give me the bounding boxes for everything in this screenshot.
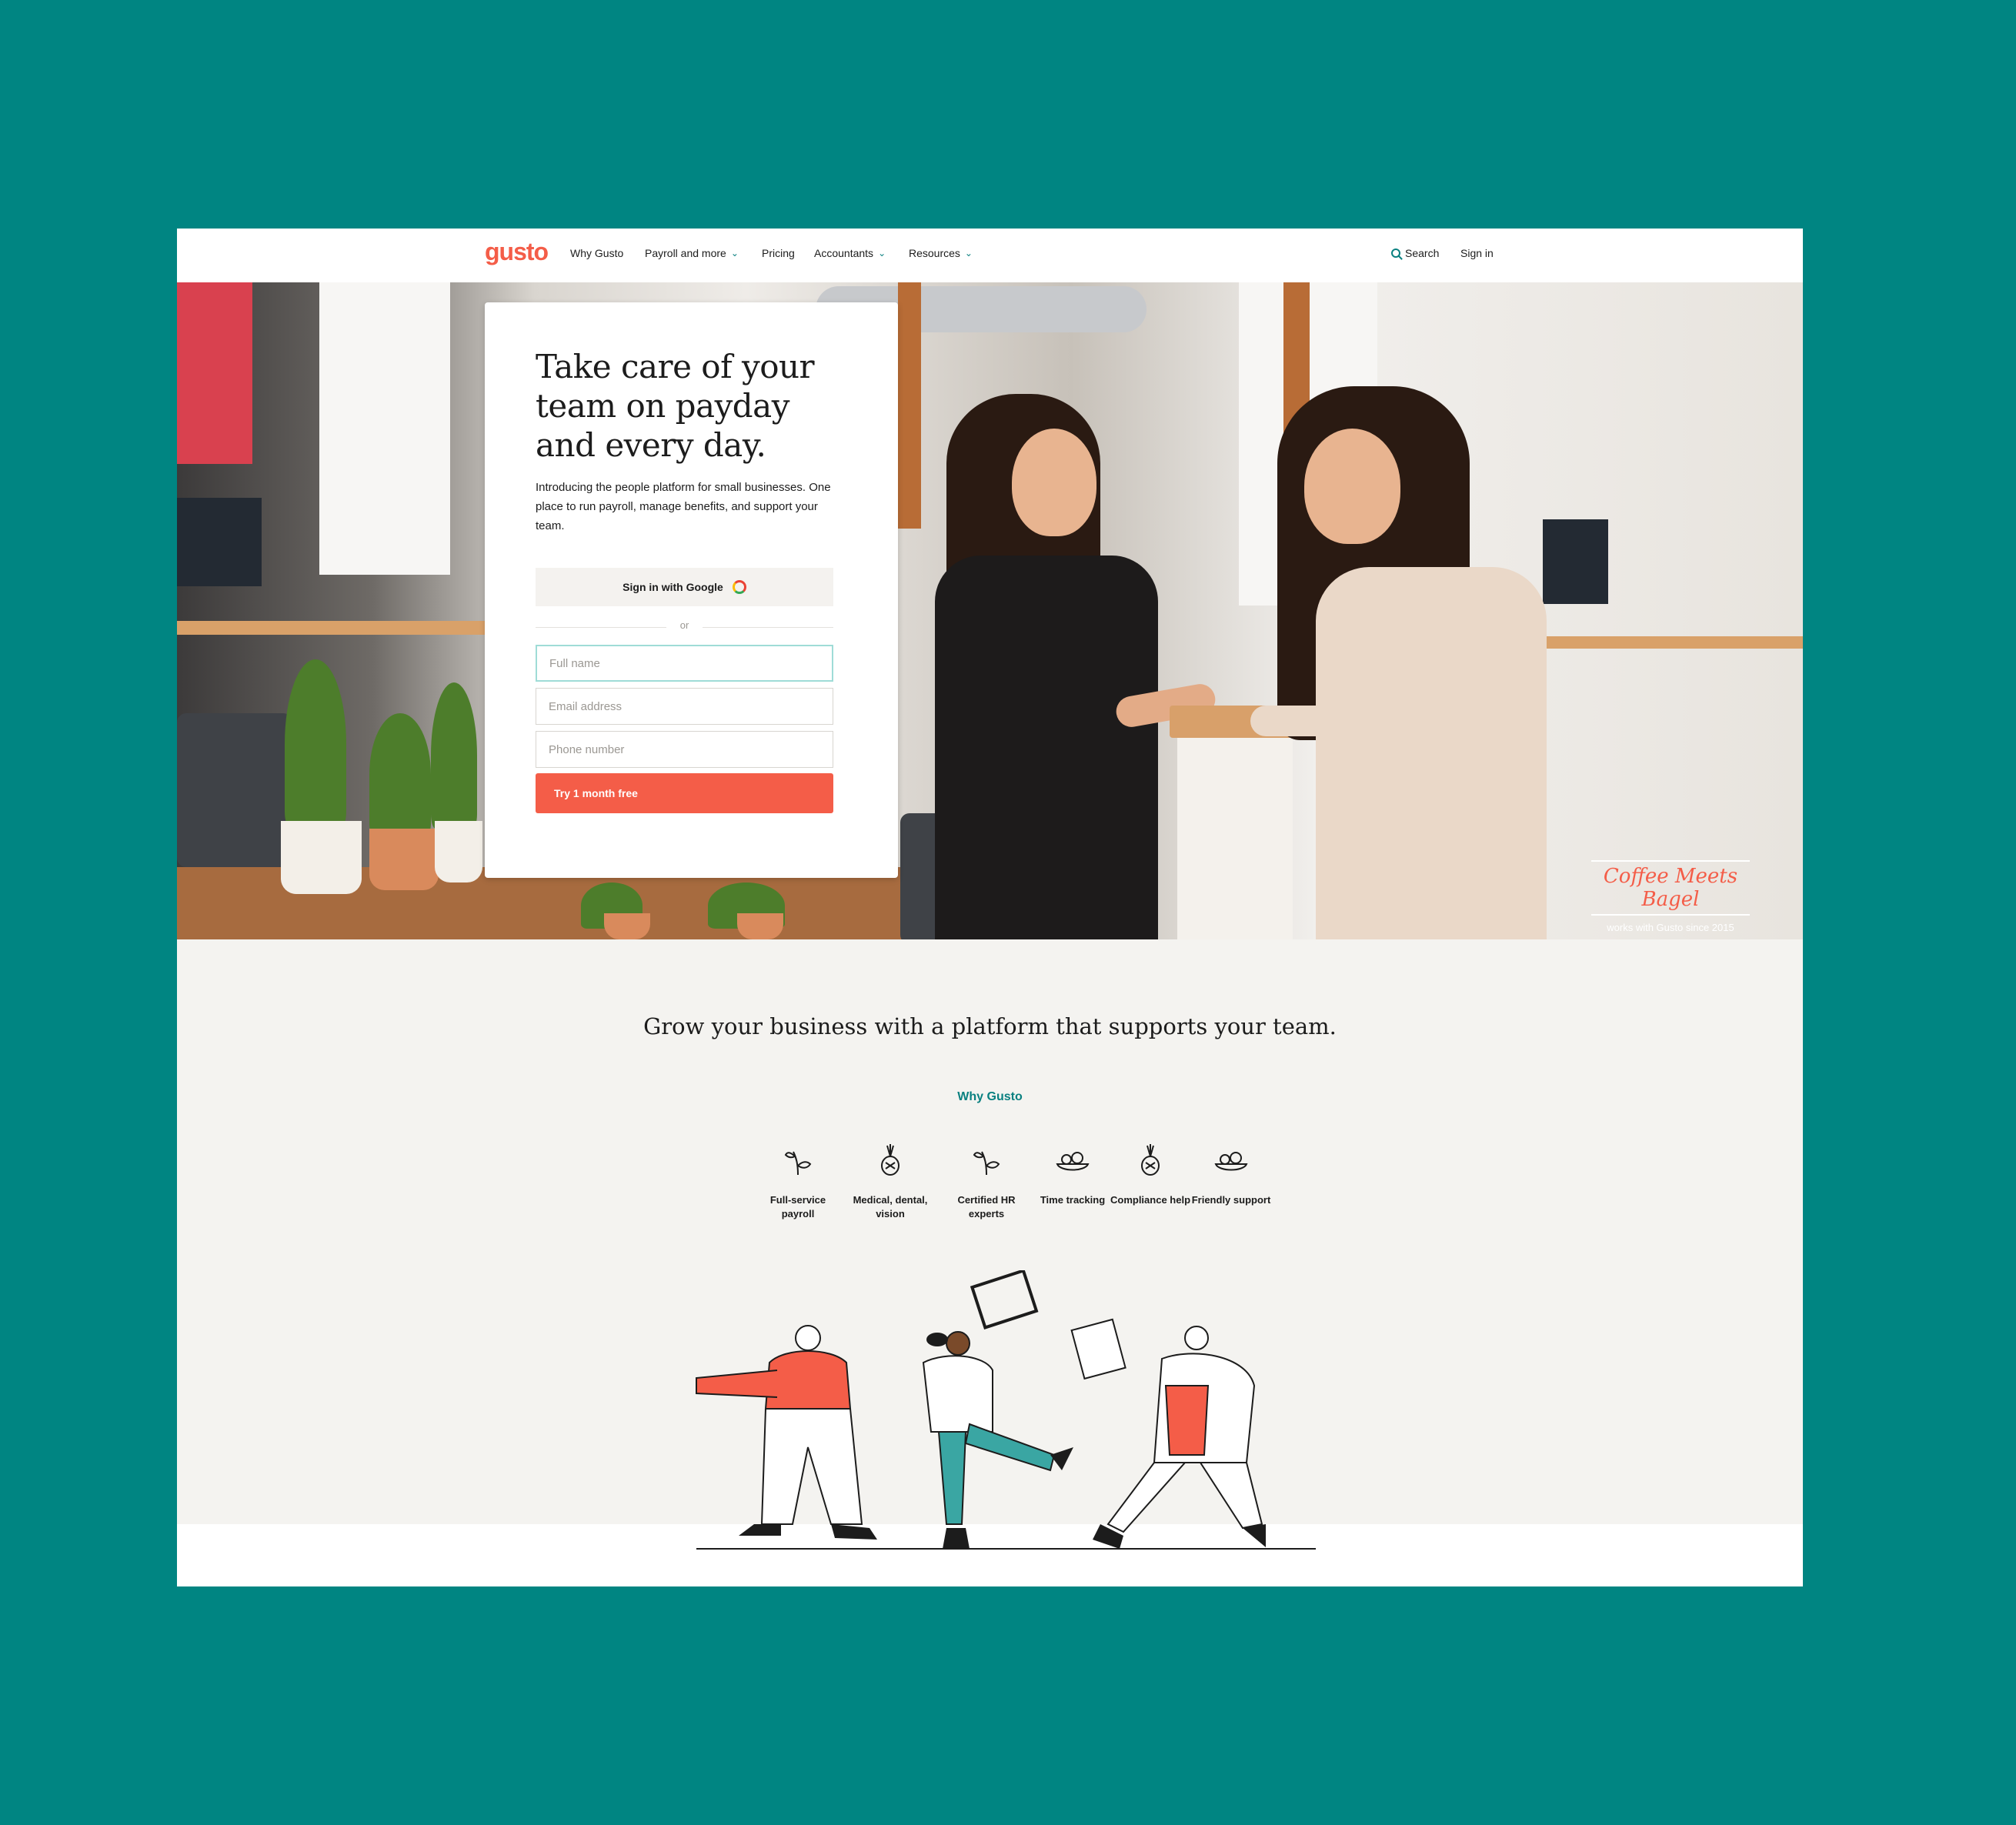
- stair-post: [1177, 719, 1293, 939]
- salad-bowl-icon: [1214, 1152, 1248, 1171]
- nav-why-gusto-label: Why Gusto: [570, 247, 624, 259]
- email-input[interactable]: [536, 688, 833, 725]
- feature-payroll: Full-service payroll: [756, 1141, 840, 1221]
- why-gusto-link[interactable]: Why Gusto: [177, 1090, 1803, 1104]
- nav-resources[interactable]: Resources ⌄: [909, 247, 973, 259]
- chevron-down-icon: ⌄: [878, 248, 886, 259]
- sprout-icon: [973, 1151, 1000, 1176]
- google-icon: [732, 580, 746, 594]
- feature-medical: Medical, dental, vision: [848, 1141, 933, 1221]
- signup-card: Take care of your team on payday and eve…: [485, 302, 898, 878]
- customer-badge: Coffee Meets Bagel works with Gusto sinc…: [1591, 860, 1750, 933]
- feature-label: Friendly support: [1191, 1194, 1271, 1206]
- pineapple-icon: [881, 1144, 900, 1176]
- top-nav: gusto Why Gusto Payroll and more ⌄ Pricin…: [177, 229, 1803, 282]
- divider-line: [703, 627, 833, 628]
- search-label: Search: [1405, 247, 1440, 259]
- hero-photo: Coffee Meets Bagel works with Gusto sinc…: [177, 282, 1803, 939]
- plant-pot: [435, 821, 482, 882]
- feature-label: Time tracking: [1040, 1194, 1106, 1206]
- pineapple-icon: [1141, 1144, 1160, 1176]
- badge-title: Coffee Meets Bagel: [1591, 860, 1750, 916]
- team-illustration: [696, 1270, 1316, 1550]
- feature-label: Certified HR experts: [957, 1194, 1016, 1219]
- feature-hr: Certified HR experts: [944, 1141, 1029, 1221]
- plant: [431, 682, 477, 829]
- nav-resources-label: Resources: [909, 247, 960, 259]
- feature-support: Friendly support: [1189, 1141, 1273, 1207]
- plant: [369, 713, 431, 836]
- feature-label: Full-service payroll: [769, 1194, 826, 1219]
- feature-compliance: Compliance help: [1108, 1141, 1193, 1207]
- nav-payroll-and-more[interactable]: Payroll and more ⌄: [645, 247, 739, 259]
- monitor: [1543, 519, 1608, 604]
- google-button-label: Sign in with Google: [622, 581, 723, 593]
- feature-label: Compliance help: [1110, 1194, 1191, 1206]
- nav-accountants-label: Accountants: [814, 247, 874, 259]
- search-icon: [1391, 249, 1400, 258]
- google-sign-in-button[interactable]: Sign in with Google: [536, 568, 833, 606]
- badge-subtitle: works with Gusto since 2015: [1607, 922, 1734, 933]
- wood-beam: [898, 282, 921, 529]
- sprout-icon: [784, 1151, 812, 1176]
- nav-pricing[interactable]: Pricing: [762, 247, 795, 259]
- sofa: [177, 713, 292, 867]
- salad-bowl-icon: [1056, 1152, 1090, 1171]
- person-face: [1012, 429, 1096, 536]
- nav-accountants[interactable]: Accountants ⌄: [814, 247, 886, 259]
- person-arm: [1250, 706, 1358, 736]
- plant-pot: [369, 829, 439, 890]
- chevron-down-icon: ⌄: [964, 248, 973, 259]
- plant-pot: [604, 913, 650, 939]
- monitor: [177, 498, 262, 586]
- hero-intro: Introducing the people platform for smal…: [536, 481, 831, 532]
- illustration-person-1: [696, 1325, 877, 1540]
- illustration-person-3: [1070, 1318, 1266, 1549]
- nav-pricing-label: Pricing: [762, 247, 795, 259]
- hero-heading: Take care of your team on payday and eve…: [536, 348, 815, 464]
- plant: [285, 659, 346, 829]
- feature-list: Full-service payroll Medical, dental, vi…: [756, 1141, 1270, 1226]
- search-button[interactable]: Search: [1391, 247, 1439, 259]
- plant-pot: [281, 821, 362, 894]
- person-cardigan: [1316, 567, 1547, 939]
- phone-input[interactable]: [536, 731, 833, 768]
- plant-pot: [737, 913, 783, 939]
- red-poster: [177, 282, 252, 464]
- person-dress: [935, 556, 1158, 939]
- gusto-logo[interactable]: gusto: [485, 238, 549, 266]
- section-heading: Grow your business with a platform that …: [643, 1013, 1337, 1039]
- nav-payroll-label: Payroll and more: [645, 247, 726, 259]
- sign-in-label: Sign in: [1460, 247, 1494, 259]
- person-face: [1304, 429, 1400, 544]
- try-free-button[interactable]: Try 1 month free: [536, 773, 833, 813]
- chevron-down-icon: ⌄: [730, 248, 739, 259]
- sign-in-link[interactable]: Sign in: [1460, 247, 1494, 259]
- full-name-input[interactable]: [536, 645, 833, 682]
- or-divider: or: [536, 619, 833, 635]
- feature-label: Medical, dental, vision: [853, 1194, 928, 1219]
- office-window: [319, 282, 450, 575]
- illustration-person-2: [922, 1270, 1073, 1549]
- nav-why-gusto[interactable]: Why Gusto: [570, 247, 623, 259]
- divider-label: or: [679, 619, 689, 631]
- feature-time: Time tracking: [1030, 1141, 1115, 1207]
- browser-page: gusto Why Gusto Payroll and more ⌄ Pricin…: [177, 229, 1803, 1586]
- desk: [177, 621, 485, 635]
